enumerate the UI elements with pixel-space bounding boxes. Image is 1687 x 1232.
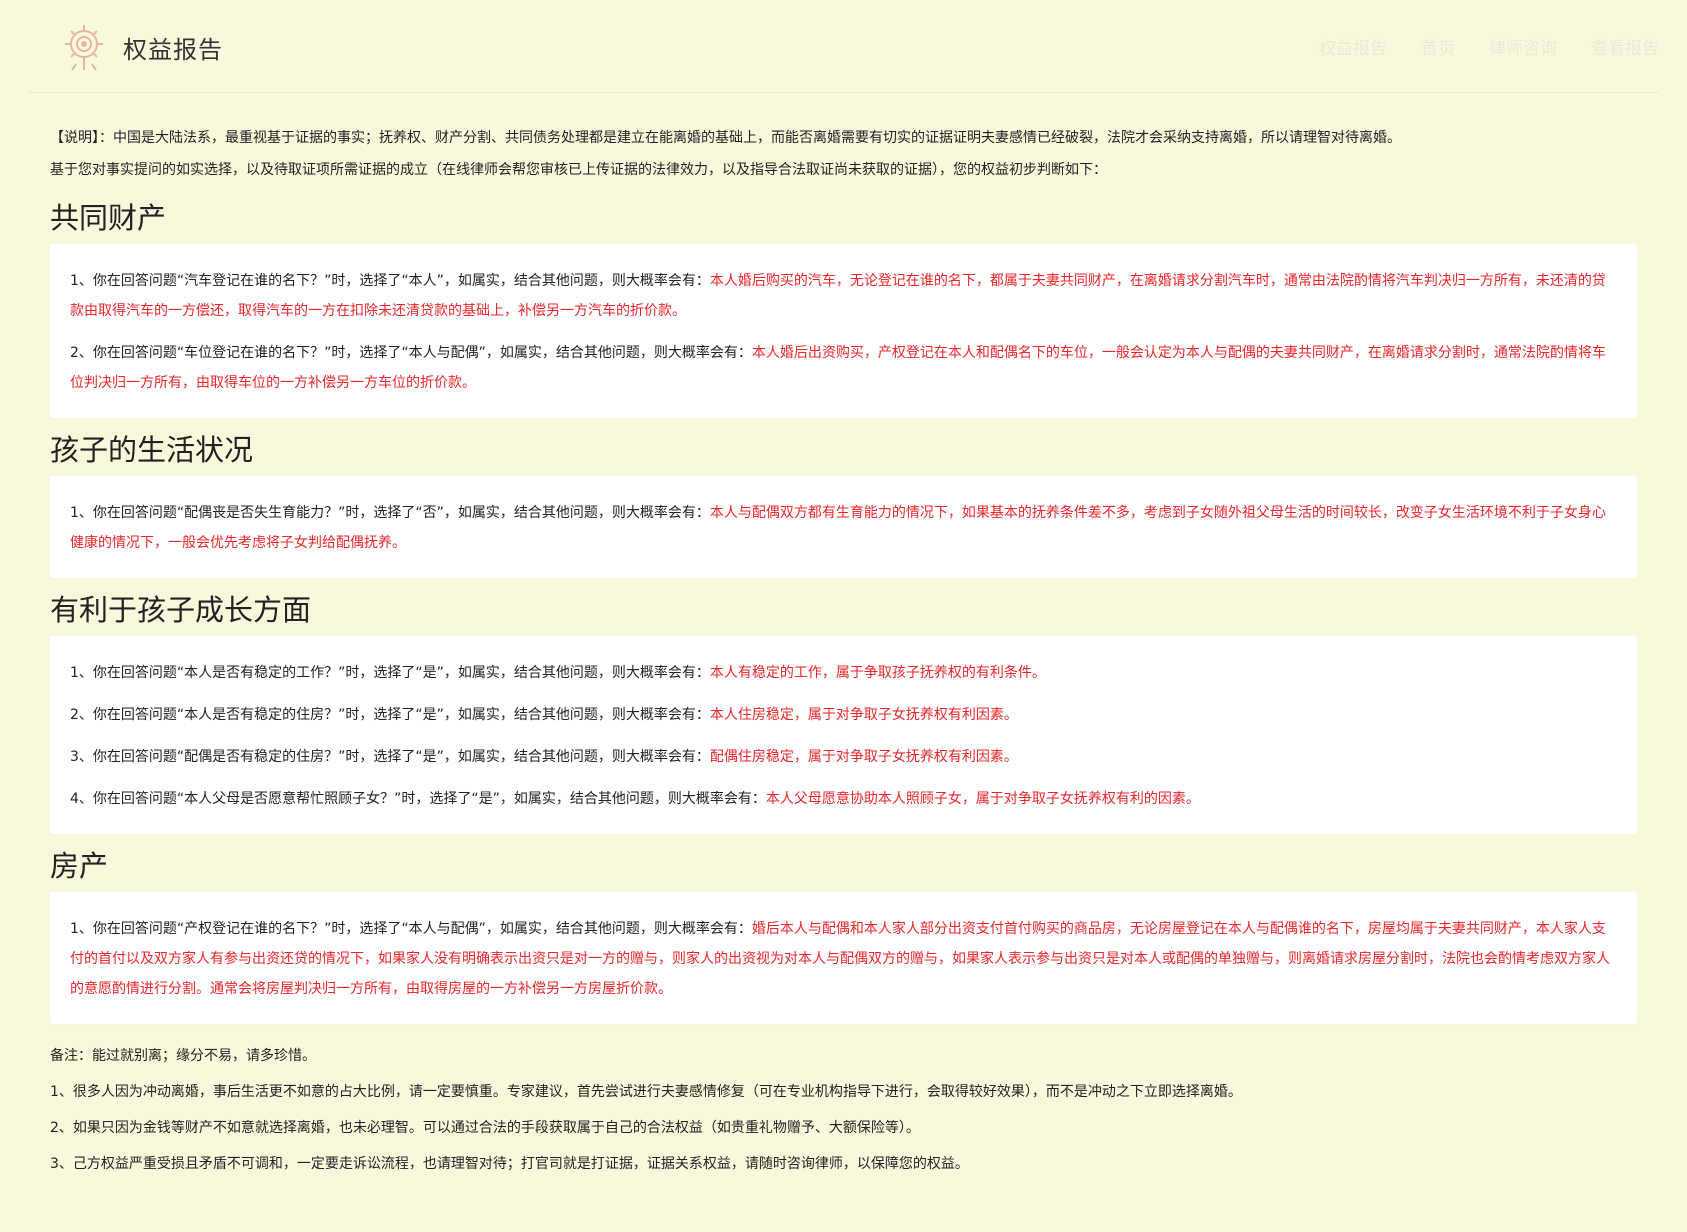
footer-note: 1、很多人因为冲动离婚，事后生活更不如意的占大比例，请一定要慎重。专家建议，首先… [50, 1084, 1242, 1100]
logo-icon [65, 25, 103, 71]
question-text: 1、你在回答问题“产权登记在谁的名下？”时，选择了“本人与配偶”，如属实，结合其… [70, 921, 752, 937]
footer-notes: 备注：能过就别离；缘分不易，请多珍惜。 1、很多人因为冲动离婚，事后生活更不如意… [50, 1038, 1637, 1182]
section-title-real-estate: 房产 [50, 849, 109, 883]
section-card-child-living: 1、你在回答问题“配偶丧是否失生育能力？”时，选择了“否”，如属实，结合其他问题… [50, 476, 1637, 578]
intro: 【说明】：中国是大陆法系，最重视基于证据的事实；抚养权、财产分割、共同债务处理都… [50, 122, 1637, 186]
top-nav: 权益报告 首页 律师咨询 查看报告 [1319, 34, 1659, 59]
footer-remark: 备注：能过就别离；缘分不易，请多珍惜。 [50, 1048, 316, 1064]
answer-text: 本人有稳定的工作，属于争取孩子抚养权的有利条件。 [709, 665, 1046, 681]
section-card-child-growth: 1、你在回答问题“本人是否有稳定的工作？”时，选择了“是”，如属实，结合其他问题… [50, 636, 1637, 834]
question-text: 1、你在回答问题“配偶丧是否失生育能力？”时，选择了“否”，如属实，结合其他问题… [70, 505, 710, 521]
list-item: 3、你在回答问题“配偶是否有稳定的住房？”时，选择了“是”，如属实，结合其他问题… [70, 742, 1617, 772]
list-item: 4、你在回答问题“本人父母是否愿意帮忙照顾子女？”时，选择了“是”，如属实，结合… [70, 784, 1617, 814]
section-title-child-living: 孩子的生活状况 [50, 433, 254, 467]
answer-text: 配偶住房稳定，属于对争取子女抚养权有利因素。 [709, 749, 1018, 765]
question-text: 1、你在回答问题“汽车登记在谁的名下？”时，选择了“本人”，如属实，结合其他问题… [70, 273, 710, 289]
question-text: 2、你在回答问题“车位登记在谁的名下？”时，选择了“本人与配偶”，如属实，结合其… [70, 345, 752, 361]
question-text: 4、你在回答问题“本人父母是否愿意帮忙照顾子女？”时，选择了“是”，如属实，结合… [70, 791, 766, 807]
section-card-shared-property: 1、你在回答问题“汽车登记在谁的名下？”时，选择了“本人”，如属实，结合其他问题… [50, 244, 1637, 418]
list-item: 2、你在回答问题“车位登记在谁的名下？”时，选择了“本人与配偶”，如属实，结合其… [70, 338, 1617, 398]
nav-item-report[interactable]: 权益报告 [1319, 34, 1387, 59]
footer-note: 2、如果只因为金钱等财产不如意就选择离婚，也未必理智。可以通过合法的手段获取属于… [50, 1120, 920, 1136]
question-text: 2、你在回答问题“本人是否有稳定的住房？”时，选择了“是”，如属实，结合其他问题… [70, 707, 710, 723]
question-text: 1、你在回答问题“本人是否有稳定的工作？”时，选择了“是”，如属实，结合其他问题… [70, 665, 710, 681]
nav-item-lawyer[interactable]: 律师咨询 [1489, 34, 1557, 59]
section-card-real-estate: 1、你在回答问题“产权登记在谁的名下？”时，选择了“本人与配偶”，如属实，结合其… [50, 892, 1637, 1024]
intro-note: 【说明】：中国是大陆法系，最重视基于证据的事实；抚养权、财产分割、共同债务处理都… [50, 130, 1401, 146]
nav-item-view-report[interactable]: 查看报告 [1591, 34, 1659, 59]
section-title-shared-property: 共同财产 [50, 201, 167, 235]
intro-basis: 基于您对事实提问的如实选择，以及待取证项所需证据的成立（在线律师会帮您审核已上传… [50, 162, 1107, 178]
nav-item-home[interactable]: 首页 [1421, 34, 1455, 59]
list-item: 1、你在回答问题“配偶丧是否失生育能力？”时，选择了“否”，如属实，结合其他问题… [70, 498, 1617, 558]
question-text: 3、你在回答问题“配偶是否有稳定的住房？”时，选择了“是”，如属实，结合其他问题… [70, 749, 710, 765]
list-item: 1、你在回答问题“汽车登记在谁的名下？”时，选择了“本人”，如属实，结合其他问题… [70, 266, 1617, 326]
section-title-child-growth: 有利于孩子成长方面 [50, 593, 312, 627]
answer-text: 本人父母愿意协助本人照顾子女，属于对争取子女抚养权有利的因素。 [765, 791, 1200, 807]
footer-note: 3、己方权益严重受损且矛盾不可调和，一定要走诉讼流程，也请理智对待；打官司就是打… [50, 1156, 969, 1172]
header: 权益报告 权益报告 首页 律师咨询 查看报告 [28, 0, 1659, 93]
list-item: 1、你在回答问题“本人是否有稳定的工作？”时，选择了“是”，如属实，结合其他问题… [70, 658, 1617, 688]
list-item: 1、你在回答问题“产权登记在谁的名下？”时，选择了“本人与配偶”，如属实，结合其… [70, 914, 1617, 1004]
answer-text: 本人住房稳定，属于对争取子女抚养权有利因素。 [709, 707, 1018, 723]
page-title: 权益报告 [123, 36, 223, 64]
list-item: 2、你在回答问题“本人是否有稳定的住房？”时，选择了“是”，如属实，结合其他问题… [70, 700, 1617, 730]
main-content: 【说明】：中国是大陆法系，最重视基于证据的事实；抚养权、财产分割、共同债务处理都… [0, 122, 1687, 1182]
